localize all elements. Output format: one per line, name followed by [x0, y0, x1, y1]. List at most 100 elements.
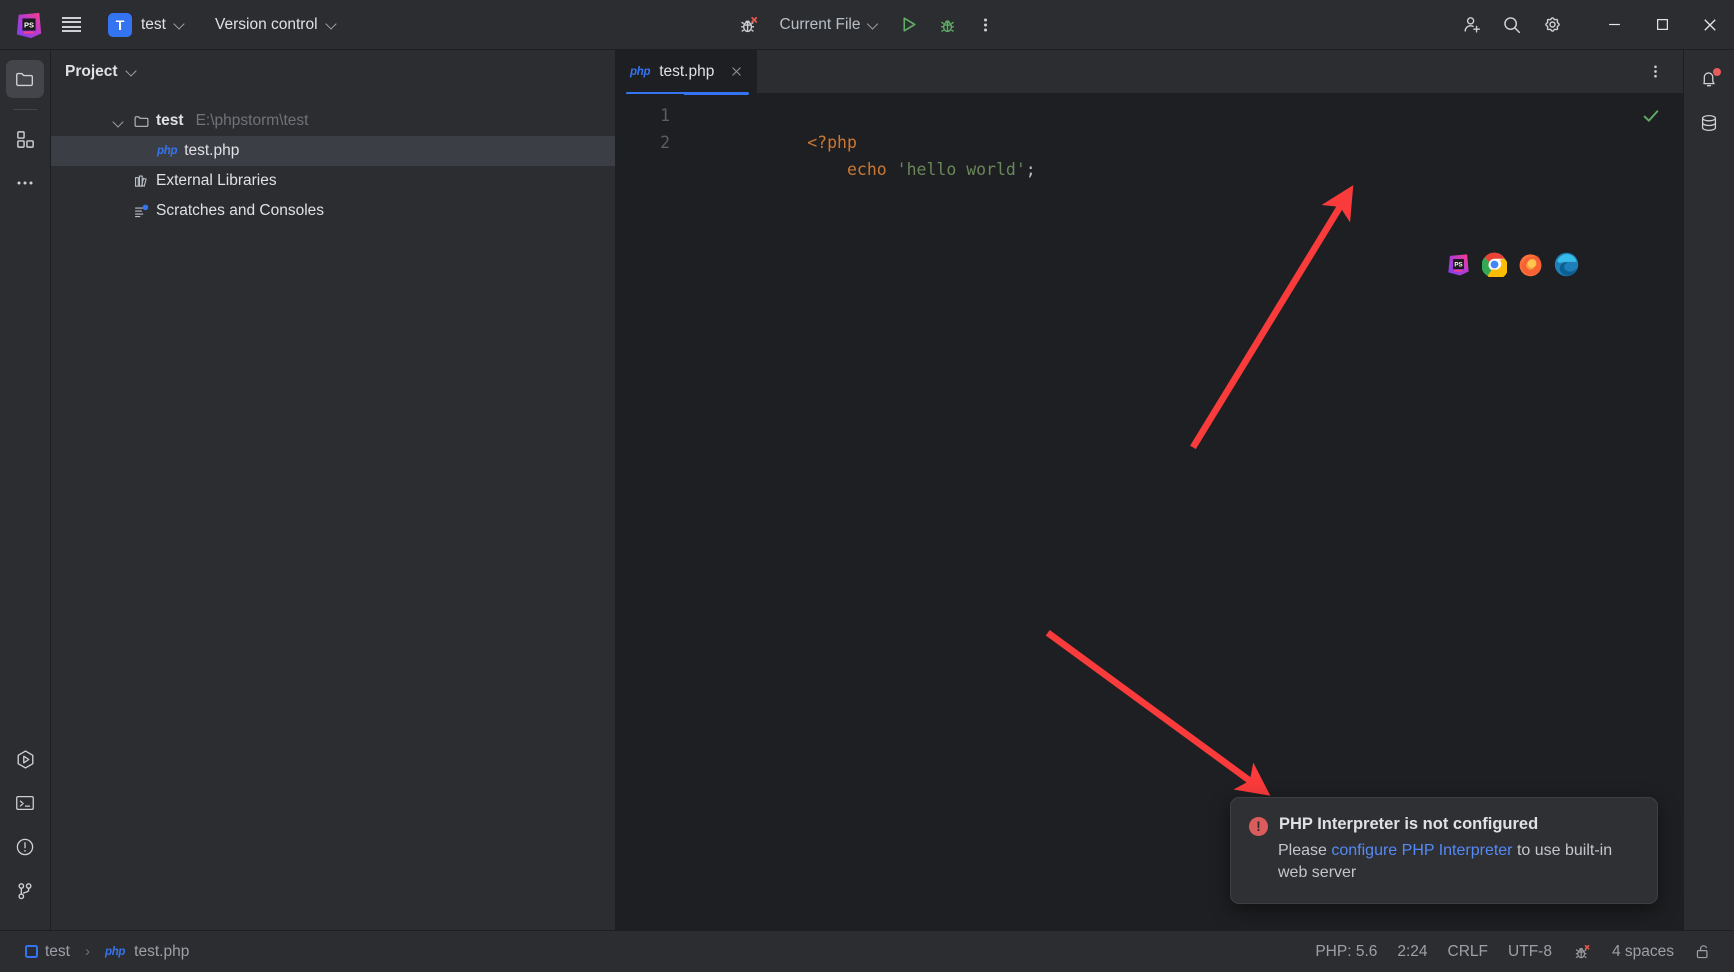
tree-node-label: External Libraries: [156, 172, 277, 189]
title-bar: PS T test Version control Current File: [0, 0, 1734, 50]
code-token: echo: [846, 160, 887, 179]
chevron-down-icon[interactable]: [127, 67, 137, 77]
minimize-button[interactable]: [1590, 0, 1638, 50]
line-number-gutter: 1 2: [616, 94, 684, 930]
tree-node-scratches-and-consoles[interactable]: Scratches and Consoles: [51, 196, 615, 226]
sidebar-item-structure[interactable]: [6, 120, 44, 158]
tree-node-label: test: [156, 112, 184, 129]
code-editor[interactable]: 1 2 <?php echo 'hello world'; PS ! PHP I…: [616, 94, 1683, 930]
status-caret-position[interactable]: 2:24: [1390, 939, 1434, 965]
notification-body-prefix: Please: [1278, 841, 1332, 859]
editor-tab-test-php[interactable]: php test.php: [616, 49, 758, 95]
edge-icon[interactable]: [1554, 252, 1579, 277]
firefox-icon[interactable]: [1518, 252, 1543, 277]
checkmark-ok-icon[interactable]: [1641, 106, 1661, 131]
code-token: ;: [1025, 160, 1036, 179]
sidebar-item-database[interactable]: [1690, 104, 1728, 142]
run-configuration-selector[interactable]: Current File: [770, 10, 889, 40]
main-menu-button[interactable]: [54, 8, 88, 42]
editor-column: php test.php 1 2 <?php echo 'hello world…: [616, 49, 1683, 930]
chevron-down-icon: [175, 20, 185, 30]
debug-disabled-button[interactable]: [732, 8, 766, 42]
code-token: 'hello world': [896, 160, 1026, 179]
project-tool-window: Project test E:\phpstorm\test php test.p…: [51, 50, 616, 930]
sidebar-item-terminal[interactable]: [6, 784, 44, 822]
chevron-down-icon: [868, 20, 878, 30]
project-tree: test E:\phpstorm\test php test.php Exter…: [51, 94, 615, 226]
tree-node-test-php[interactable]: php test.php: [51, 136, 615, 166]
more-run-actions-button[interactable]: [968, 8, 1002, 42]
breadcrumb-project[interactable]: test: [18, 939, 77, 965]
sidebar-item-problems[interactable]: [6, 828, 44, 866]
sidebar-item-version-control[interactable]: [6, 872, 44, 910]
gear-icon[interactable]: [1535, 8, 1569, 42]
rail-divider: [13, 109, 37, 110]
version-control-widget[interactable]: Version control: [206, 11, 346, 39]
editor-options-button[interactable]: [1641, 58, 1669, 86]
status-indent[interactable]: 4 spaces: [1605, 939, 1681, 965]
chevron-down-icon[interactable]: [111, 113, 127, 129]
debug-button[interactable]: [930, 8, 964, 42]
project-widget[interactable]: T test: [102, 8, 194, 42]
status-debug-listen-icon[interactable]: [1565, 938, 1599, 966]
sidebar-item-project[interactable]: [6, 60, 44, 98]
module-icon: [25, 945, 38, 958]
status-bar-breadcrumb: test › php test.php: [18, 939, 196, 965]
run-configuration-label: Current File: [779, 15, 861, 33]
line-number: 1: [660, 106, 670, 125]
status-line-separator[interactable]: CRLF: [1441, 939, 1495, 965]
tree-node-test-folder[interactable]: test E:\phpstorm\test: [51, 106, 615, 136]
tree-node-label: test.php: [184, 142, 240, 159]
notification-body: Please configure PHP Interpreter to use …: [1249, 840, 1639, 885]
phpstorm-logo-icon: PS: [12, 8, 46, 42]
svg-text:PS: PS: [1454, 261, 1462, 268]
search-icon[interactable]: [1495, 8, 1529, 42]
run-button[interactable]: [892, 8, 926, 42]
notification-balloon[interactable]: ! PHP Interpreter is not configured Plea…: [1230, 796, 1658, 904]
add-user-icon[interactable]: [1455, 8, 1489, 42]
php-file-icon: php: [630, 65, 651, 78]
title-bar-left: PS T test Version control: [0, 8, 346, 42]
sidebar-item-run[interactable]: [6, 740, 44, 778]
status-php-version[interactable]: PHP: 5.6: [1308, 939, 1384, 965]
tree-node-external-libraries[interactable]: External Libraries: [51, 166, 615, 196]
phpstorm-icon[interactable]: PS: [1446, 252, 1471, 277]
title-bar-right: [1452, 0, 1734, 50]
close-button[interactable]: [1686, 0, 1734, 50]
editor-tab-label: test.php: [659, 62, 715, 80]
configure-php-interpreter-link[interactable]: configure PHP Interpreter: [1331, 842, 1512, 859]
svg-text:PS: PS: [24, 20, 34, 29]
project-panel-header: Project: [51, 50, 615, 94]
project-avatar: T: [108, 12, 132, 37]
phpstorm-window: PS T test Version control Current File P…: [0, 0, 1734, 972]
status-encoding[interactable]: UTF-8: [1501, 939, 1559, 965]
version-control-label: Version control: [214, 15, 318, 33]
breadcrumb-file[interactable]: php test.php: [98, 939, 196, 965]
right-tool-rail: [1683, 50, 1734, 930]
tree-node-label: Scratches and Consoles: [156, 202, 325, 219]
notification-title: PHP Interpreter is not configured: [1279, 814, 1539, 833]
php-file-icon: php: [104, 945, 126, 958]
sidebar-item-notifications[interactable]: [1690, 60, 1728, 98]
breadcrumb-separator: ›: [84, 943, 90, 960]
close-icon[interactable]: [727, 63, 745, 81]
left-tool-rail-bottom: [6, 740, 44, 930]
scratches-icon: [132, 202, 151, 221]
status-bar: test › php test.php PHP: 5.6 2:24 CRLF U…: [0, 930, 1734, 972]
chrome-icon[interactable]: [1481, 252, 1509, 280]
error-exclamation-icon: !: [1249, 816, 1268, 836]
code-token: <?php: [807, 133, 857, 152]
chevron-down-icon: [327, 20, 337, 30]
sidebar-item-more[interactable]: [6, 164, 44, 202]
unlocked-padlock-icon[interactable]: [1687, 938, 1720, 965]
run-widgets: Current File: [732, 8, 1003, 42]
left-tool-rail: [0, 50, 51, 930]
maximize-button[interactable]: [1638, 0, 1686, 50]
project-name-label: test: [141, 15, 166, 33]
main-body: Project test E:\phpstorm\test php test.p…: [0, 49, 1734, 930]
code-line-1: <?php: [684, 102, 1683, 152]
project-panel-title: Project: [65, 63, 118, 80]
line-number: 2: [660, 133, 670, 152]
